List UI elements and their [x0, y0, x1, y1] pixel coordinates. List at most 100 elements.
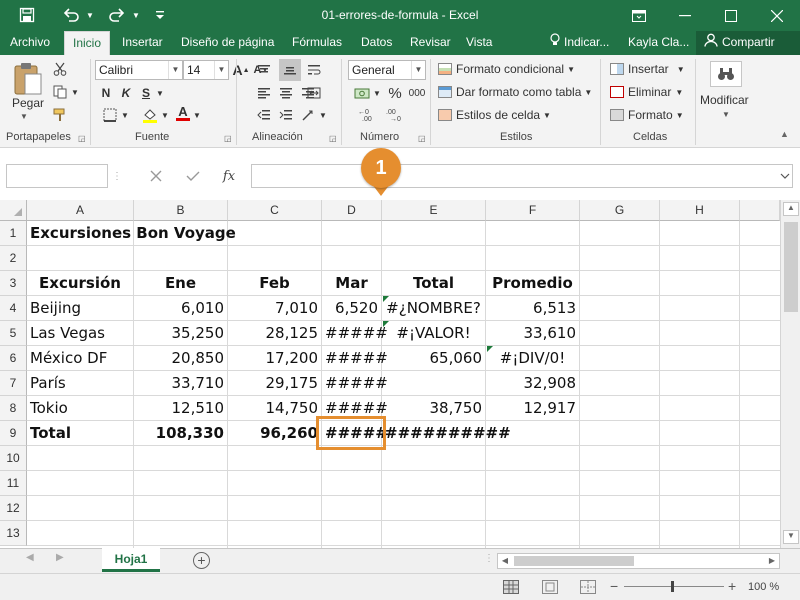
column-header-a[interactable]: A [27, 200, 134, 221]
borders-icon[interactable] [100, 105, 120, 125]
next-sheet-icon[interactable]: ▶ [56, 552, 64, 563]
cell-a6[interactable]: México DF [27, 346, 134, 371]
fill-color-dropdown-icon[interactable]: ▼ [160, 105, 170, 125]
font-size-combo[interactable]: 14 ▼ [183, 60, 229, 80]
horizontal-scrollbar[interactable]: ◀ ▶ [497, 553, 780, 569]
cell-a7[interactable]: París [27, 371, 134, 396]
wrap-text-icon[interactable] [304, 60, 324, 80]
column-header-h[interactable]: H [660, 200, 740, 221]
tab-revisar[interactable]: Revisar [402, 31, 459, 55]
scroll-right-arrow-icon[interactable]: ▶ [765, 554, 779, 568]
underline-dropdown-icon[interactable]: ▼ [155, 83, 165, 103]
cell-d7[interactable]: ##### [322, 371, 388, 396]
share-button[interactable]: Compartir [696, 31, 800, 55]
copy-icon[interactable] [50, 82, 70, 102]
decrease-indent-icon[interactable] [254, 105, 274, 125]
column-header-d[interactable]: D [322, 200, 382, 221]
merge-center-icon[interactable] [304, 83, 324, 103]
column-header-f[interactable]: F [486, 200, 580, 221]
cell-a9-total-label[interactable]: Total [27, 421, 134, 446]
tab-formulas[interactable]: Fórmulas [284, 31, 350, 55]
format-cells-button[interactable]: Formato ▼ [610, 108, 684, 122]
cell-e4-error[interactable]: #¿NOMBRE? [382, 296, 486, 321]
paste-button[interactable] [10, 61, 46, 97]
tell-me-box[interactable]: Indicar... [550, 31, 609, 55]
tab-archivo[interactable]: Archivo [2, 31, 58, 55]
orientation-icon[interactable] [298, 105, 318, 125]
add-sheet-icon[interactable]: + [193, 552, 210, 569]
paste-label[interactable]: Pegar [12, 96, 44, 110]
cell-a5[interactable]: Las Vegas [27, 321, 134, 346]
format-as-table-button[interactable]: Dar formato como tabla ▼ [438, 85, 592, 99]
row-header-7[interactable]: 7 [0, 371, 27, 396]
cell-c5[interactable]: 28,125 [228, 321, 322, 346]
paste-dropdown-icon[interactable]: ▼ [20, 112, 28, 121]
cell-f7[interactable]: 32,908 [486, 371, 580, 396]
increase-indent-icon[interactable] [276, 105, 296, 125]
cell-a1-title[interactable]: Excursiones Bon Voyage [27, 221, 236, 246]
row-header-11[interactable]: 11 [0, 471, 27, 496]
copy-dropdown-icon[interactable]: ▼ [70, 82, 80, 102]
cell-c4[interactable]: 7,010 [228, 296, 322, 321]
user-name[interactable]: Kayla Cla... [628, 31, 689, 55]
row-header-4[interactable]: 4 [0, 296, 27, 321]
maximize-icon[interactable] [708, 0, 754, 31]
font-launcher-icon[interactable]: ◲ [224, 134, 232, 143]
tab-diseno-de-pagina[interactable]: Diseño de página [173, 31, 282, 55]
collapse-ribbon-icon[interactable]: ▲ [780, 129, 789, 139]
row-header-9[interactable]: 9 [0, 421, 27, 446]
cell-b9[interactable]: 108,330 [134, 421, 228, 446]
cell-e8[interactable]: 38,750 [382, 396, 486, 421]
row-header-6[interactable]: 6 [0, 346, 27, 371]
row-header-12[interactable]: 12 [0, 496, 27, 521]
modify-dropdown-icon[interactable]: ▼ [722, 110, 730, 119]
tab-split-grip-icon[interactable]: ⋮ [484, 553, 494, 564]
cell-b5[interactable]: 35,250 [134, 321, 228, 346]
column-header-e[interactable]: E [382, 200, 486, 221]
name-box[interactable] [6, 164, 108, 188]
modify-label[interactable]: Modificar [700, 93, 749, 107]
format-painter-icon[interactable] [50, 105, 70, 125]
undo-dropdown-icon[interactable]: ▼ [84, 4, 96, 26]
save-icon[interactable] [14, 4, 40, 26]
cell-d3-header[interactable]: Mar [322, 271, 382, 296]
row-header-3[interactable]: 3 [0, 271, 27, 296]
cut-icon[interactable] [50, 59, 70, 79]
cell-f6-error[interactable]: #¡DIV/0! [486, 346, 580, 371]
expand-formula-bar-icon[interactable] [775, 166, 795, 186]
cancel-x-icon[interactable] [146, 166, 166, 186]
cell-e6[interactable]: 65,060 [382, 346, 486, 371]
tab-datos[interactable]: Datos [353, 31, 400, 55]
scroll-down-arrow-icon[interactable]: ▼ [783, 530, 799, 544]
undo-icon[interactable] [58, 4, 84, 26]
font-name-combo[interactable]: Calibri ▼ [95, 60, 183, 80]
cell-c8[interactable]: 14,750 [228, 396, 322, 421]
customize-qat-icon[interactable] [150, 4, 170, 26]
delete-cells-button[interactable]: Eliminar ▼ [610, 85, 683, 99]
cell-e9[interactable]: ########## [382, 421, 511, 446]
number-launcher-icon[interactable]: ◲ [418, 134, 426, 143]
horizontal-scroll-thumb[interactable] [514, 556, 634, 566]
font-name-dropdown-icon[interactable]: ▼ [168, 61, 182, 79]
font-color-dropdown-icon[interactable]: ▼ [192, 105, 202, 125]
decrease-decimal-icon[interactable]: .00 →0 [384, 105, 410, 125]
redo-icon[interactable] [104, 4, 130, 26]
cell-a4[interactable]: Beijing [27, 296, 134, 321]
cell-f9[interactable] [486, 421, 580, 446]
vertical-scrollbar[interactable]: ▲ ▼ [780, 200, 800, 548]
align-top-icon[interactable] [254, 60, 274, 80]
column-header-b[interactable]: B [134, 200, 228, 221]
zoom-slider-thumb[interactable] [671, 581, 674, 592]
cell-f3-header[interactable]: Promedio [486, 271, 580, 296]
bold-button[interactable]: N [97, 83, 115, 103]
cell-c6[interactable]: 17,200 [228, 346, 322, 371]
row-header-1[interactable]: 1 [0, 221, 27, 246]
underline-button[interactable]: S [137, 83, 155, 103]
cell-e7[interactable] [382, 371, 486, 396]
sheet-tab-hoja1[interactable]: Hoja1 [102, 548, 160, 572]
scroll-up-arrow-icon[interactable]: ▲ [783, 202, 799, 216]
column-header-g[interactable]: G [580, 200, 660, 221]
column-header-partial[interactable] [740, 200, 780, 221]
percent-button[interactable]: % [386, 83, 404, 103]
font-size-dropdown-icon[interactable]: ▼ [214, 61, 228, 79]
